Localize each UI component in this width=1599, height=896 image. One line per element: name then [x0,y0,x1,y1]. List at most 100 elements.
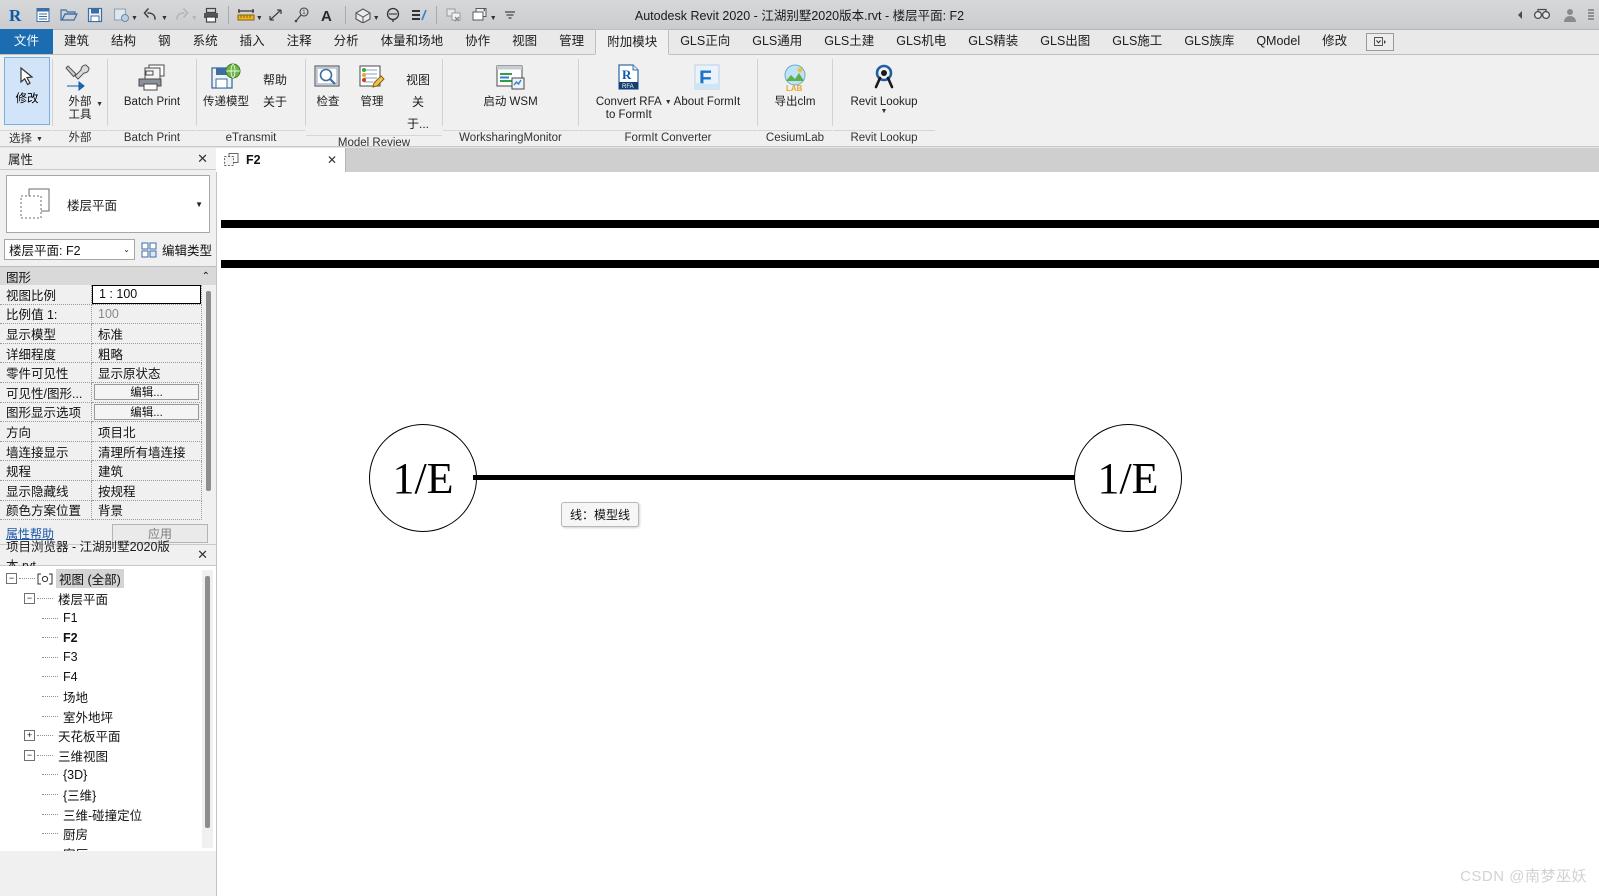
property-value[interactable]: 背景 [92,500,202,521]
external-tools-button[interactable]: 外部 工具 ▼ [57,59,103,122]
model-review-check-button[interactable]: 检查 [306,59,350,109]
properties-scrollbar[interactable] [203,287,214,519]
tree-node[interactable]: 场地 [0,687,216,707]
group-collapse-icon[interactable]: ⌃ [202,271,210,282]
tab-architecture[interactable]: 建筑 [53,29,100,54]
grid-bubble-right[interactable]: 1/E [1074,424,1182,532]
tree-node[interactable]: {三维} [0,785,216,805]
text-icon[interactable]: A [315,2,341,28]
tab-qmodel[interactable]: QModel [1245,29,1311,54]
account-icon[interactable] [1557,2,1583,28]
type-selector-caret-icon[interactable]: ▼ [195,200,203,209]
tab-massing-site[interactable]: 体量和场地 [370,29,455,54]
tab-gls-drawing[interactable]: GLS出图 [1029,29,1101,54]
tree-node[interactable]: 三维-碰撞定位 [0,804,216,824]
properties-close-icon[interactable]: ✕ [195,151,210,167]
tab-file[interactable]: 文件 [0,29,54,54]
project-browser-close-icon[interactable]: ✕ [195,547,210,563]
tab-modify[interactable]: 修改 [1311,29,1358,54]
property-value[interactable]: 编辑... [92,382,202,403]
tab-gls-family-library[interactable]: GLS族库 [1173,29,1245,54]
new-project-icon[interactable] [30,2,56,28]
etransmit-about-button[interactable]: 关于 [263,91,287,113]
tab-gls-decoration[interactable]: GLS精装 [957,29,1029,54]
batch-print-button[interactable]: Batch Print [118,59,186,109]
tree-node[interactable]: F3 [0,648,216,668]
open-icon[interactable] [56,2,82,28]
tree-node[interactable]: 客厅 [0,843,216,851]
customize-qat-icon[interactable] [497,2,523,28]
tab-steel[interactable]: 钢 [147,29,182,54]
property-value[interactable]: 标准 [92,324,202,344]
tree-collapse-icon[interactable]: − [24,593,35,605]
browser-scroll-thumb[interactable] [205,576,210,829]
tree-node[interactable]: {3D} [0,765,216,785]
search-help-icon[interactable] [1529,2,1555,28]
tab-gls-mep[interactable]: GLS机电 [885,29,957,54]
model-review-manage-button[interactable]: 管理 [350,59,394,109]
property-value[interactable]: 建筑 [92,461,202,481]
tab-manage[interactable]: 管理 [548,29,595,54]
tab-structure[interactable]: 结构 [100,29,147,54]
default-3d-view-icon[interactable] [350,2,376,28]
properties-group-graphics[interactable]: 图形 ⌃ [0,266,216,285]
print-icon[interactable] [198,2,224,28]
switch-windows-icon[interactable] [467,2,493,28]
tree-node[interactable]: + 天花板平面 [0,726,216,746]
property-value[interactable]: 1 : 100 [92,284,202,305]
properties-scroll-thumb[interactable] [206,291,211,491]
aligned-dimension-icon[interactable] [263,2,289,28]
tab-annotate[interactable]: 注释 [276,29,323,54]
modify-button[interactable]: 修改 [4,57,50,125]
view-tab-close-icon[interactable]: ✕ [327,153,337,167]
external-tools-caret-icon[interactable]: ▼ [96,101,103,108]
tree-node[interactable]: F1 [0,608,216,628]
browser-scrollbar[interactable] [202,570,213,849]
save-as-icon[interactable] [108,2,134,28]
property-value[interactable]: 编辑... [92,402,202,423]
type-selector[interactable]: 楼层平面 ▼ [6,175,210,233]
account-menu-icon[interactable] [1585,2,1597,28]
panel-title-select[interactable]: 选择 ▼ [0,130,52,147]
wall-line-bottom[interactable] [221,260,1599,268]
tree-node[interactable]: − 楼层平面 [0,589,216,609]
convert-rfa-to-formit-button[interactable]: R RFA Convert RFA to FormIt ▼ [590,59,672,122]
tag-icon[interactable]: 1 [289,2,315,28]
launch-wsm-button[interactable]: 启动 WSM [477,59,543,109]
edit-type-button[interactable]: 编辑类型 [141,240,212,259]
revit-logo-icon[interactable]: R [4,2,30,28]
tree-node[interactable]: F2 [0,628,216,648]
property-edit-button[interactable]: 编辑... [94,384,199,401]
save-icon[interactable] [82,2,108,28]
export-clm-button[interactable]: LAB 导出clm [769,59,822,109]
property-value[interactable]: 清理所有墙连接 [92,441,202,462]
property-value[interactable]: 项目北 [92,422,202,442]
tab-systems[interactable]: 系统 [182,29,229,54]
tree-node[interactable]: 室外地坪 [0,706,216,726]
tree-collapse-icon[interactable]: − [24,749,35,761]
convert-rfa-caret-icon[interactable]: ▼ [665,99,672,106]
tab-collaborate[interactable]: 协作 [454,29,501,54]
tree-collapse-icon[interactable]: − [6,573,17,585]
property-value[interactable]: 按规程 [92,480,202,501]
panel-select-caret-icon[interactable]: ▼ [36,132,43,147]
tree-node[interactable]: 厨房 [0,824,216,844]
revit-lookup-button[interactable]: Revit Lookup ▼ [844,59,923,115]
view-tab-f2[interactable]: F2 ✕ [216,148,346,172]
close-hidden-windows-icon[interactable] [441,2,467,28]
model-review-view-button[interactable]: 视图 [402,69,434,91]
grid-line[interactable] [473,475,1075,480]
property-value[interactable]: 粗略 [92,343,202,364]
section-icon[interactable] [380,2,406,28]
measure-icon[interactable] [233,2,259,28]
tree-expand-icon[interactable]: + [24,730,35,742]
grid-bubble-left[interactable]: 1/E [369,424,477,532]
tab-gls-general[interactable]: GLS通用 [741,29,813,54]
collapse-ribbon-icon[interactable] [1513,2,1527,28]
property-value[interactable]: 显示原状态 [92,363,202,383]
redo-icon[interactable] [168,2,194,28]
tab-insert[interactable]: 插入 [229,29,276,54]
tree-node[interactable]: − 三维视图 [0,745,216,765]
property-value-input[interactable]: 1 : 100 [92,284,201,304]
ribbon-display-options-icon[interactable] [1366,33,1395,51]
